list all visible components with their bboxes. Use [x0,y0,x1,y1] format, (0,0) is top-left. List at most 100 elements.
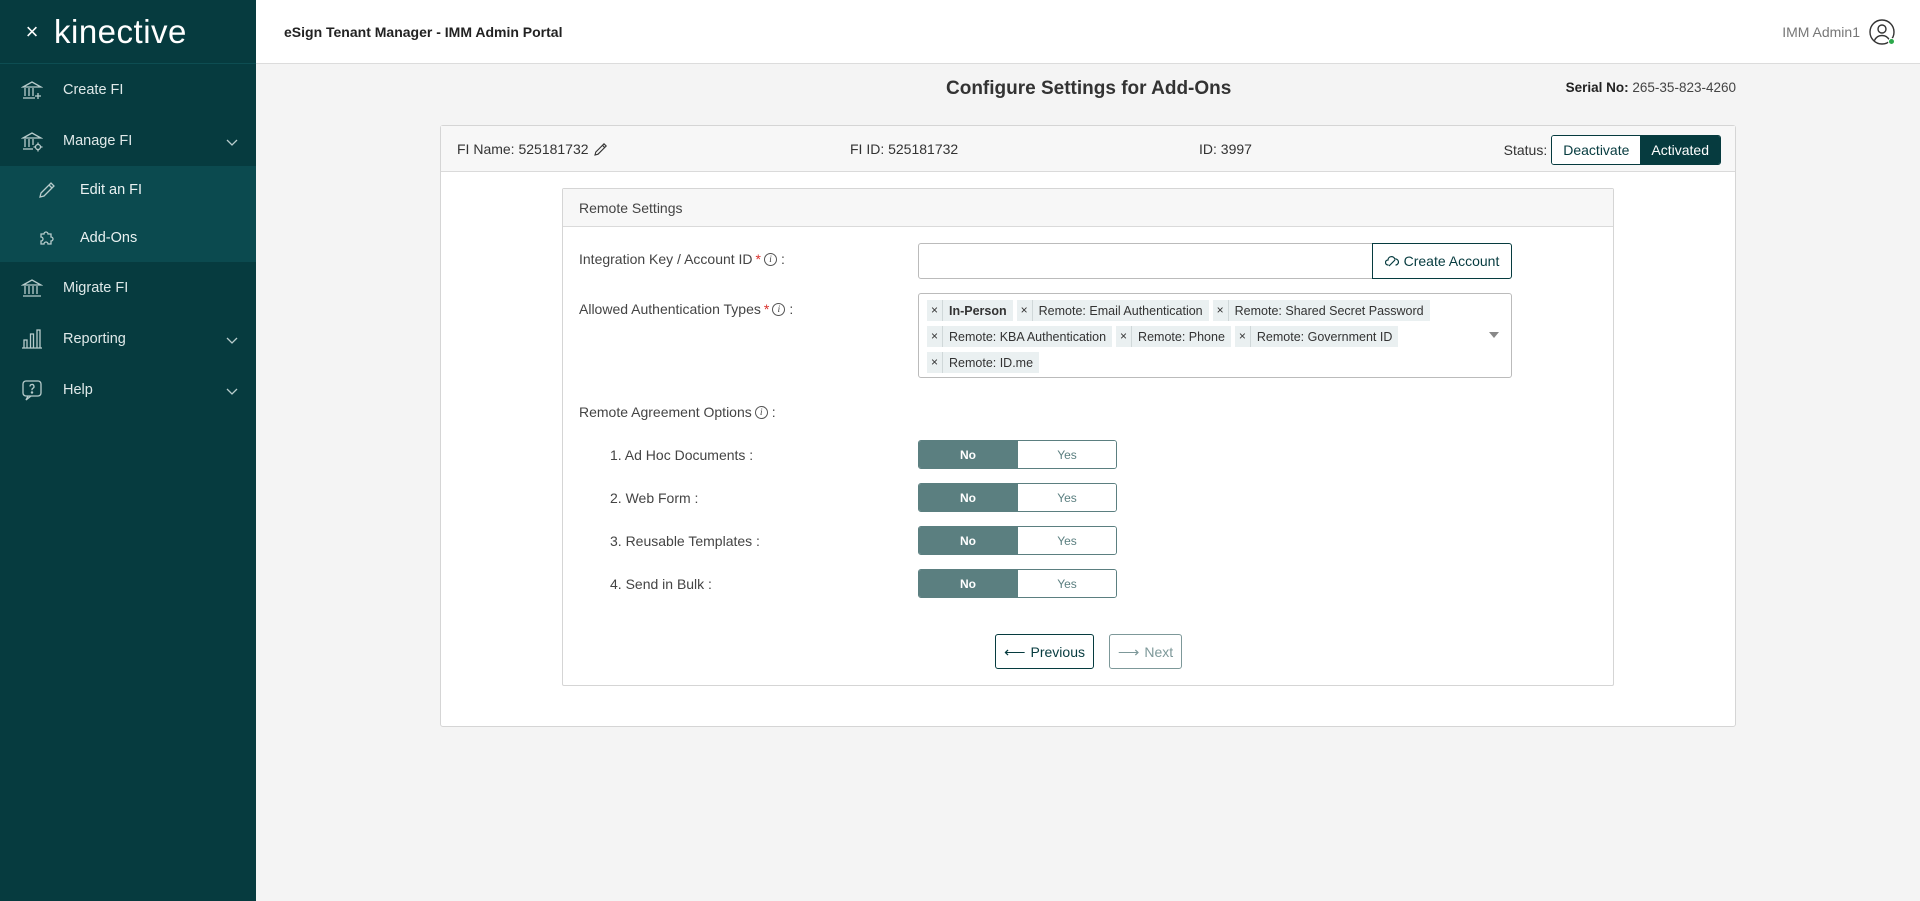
record-id: ID: 3997 [1199,141,1252,157]
sidebar-header: × kinective [0,0,256,64]
activated-button[interactable]: Activated [1640,136,1720,164]
sidebar-item-label: Create FI [63,81,124,98]
integration-key-input[interactable] [918,243,1373,279]
bank-plus-icon [20,78,44,102]
serial-number: Serial No: 265-35-823-4260 [1566,80,1736,95]
brand-logo: kinective [54,12,187,50]
remove-chip-icon[interactable]: × [927,326,943,347]
required-marker: * [755,251,761,267]
web-form-toggle: No Yes [918,483,1117,512]
info-icon[interactable]: i [764,252,777,266]
auth-type-chips: × In-Person × Remote: Email Authentication… [927,298,1471,376]
auth-chip: × Remote: Government ID [1234,326,1399,347]
chip-label: Remote: Email Authentication [1038,303,1203,318]
chip-label: Remote: ID.me [949,355,1034,370]
bank-gear-icon [20,129,44,153]
remove-chip-icon[interactable]: × [1116,326,1133,347]
agreement-options-label-text: Remote Agreement Options [579,404,752,420]
remove-chip-icon[interactable]: × [1213,300,1229,321]
user-avatar-icon[interactable] [1868,18,1896,46]
deactivate-button[interactable]: Deactivate [1552,136,1641,164]
option-label: 2. Web Form : [610,490,699,506]
yes-option[interactable]: Yes [1017,484,1116,511]
integration-key-label-text: Integration Key / Account ID [579,251,753,267]
pencil-icon [36,179,58,201]
create-account-button[interactable]: Create Account [1372,243,1512,279]
close-icon[interactable]: × [20,19,44,45]
dropdown-arrow-icon[interactable] [1489,332,1499,338]
status-label: Status: [1503,142,1548,158]
yes-option[interactable]: Yes [1017,441,1116,468]
bar-chart-icon [20,327,44,351]
no-option[interactable]: No [919,441,1017,468]
chip-label: Remote: Phone [1138,329,1225,344]
info-icon[interactable]: i [754,405,768,419]
remove-chip-icon[interactable]: × [1017,300,1033,321]
sidebar-item-label: Help [63,381,93,398]
chip-label: In-Person [949,303,1007,318]
remove-chip-icon[interactable]: × [927,352,943,373]
no-option[interactable]: No [919,527,1017,554]
no-option[interactable]: No [919,570,1017,597]
sidebar: × kinective Create FI Manage FI Edit an … [0,0,256,901]
status-control: Status: Deactivate Activated [1504,135,1721,165]
help-bubble-icon [20,378,44,402]
auth-chip: × Remote: KBA Authentication [927,326,1113,347]
auth-chip: × Remote: Shared Secret Password [1212,300,1430,321]
sidebar-item-edit-fi[interactable]: Edit an FI [0,166,256,214]
yes-option[interactable]: Yes [1017,570,1116,597]
puzzle-icon [36,227,58,249]
sidebar-item-create-fi[interactable]: Create FI [0,64,256,115]
edit-pencil-icon[interactable] [593,142,608,157]
auth-types-label: Allowed Authentication Types * i : [579,301,793,317]
sidebar-item-label: Manage FI [63,132,133,149]
chevron-down-icon[interactable] [226,135,238,151]
arrow-left-icon: ⟵ [1004,643,1026,661]
fi-summary-bar: FI Name: 525181732 FI ID: 525181732 ID: … [441,126,1735,172]
chevron-down-icon[interactable] [226,384,238,400]
arrow-right-icon: ⟶ [1117,643,1140,661]
sidebar-item-help[interactable]: Help [0,364,256,415]
remove-chip-icon[interactable]: × [927,300,943,321]
bank-icon [20,276,44,300]
sidebar-item-label: Migrate FI [63,279,129,296]
next-button[interactable]: ⟶ Next [1109,634,1182,669]
app-title: eSign Tenant Manager - IMM Admin Portal [284,23,563,40]
cloud-upload-icon [1384,256,1399,267]
auth-chip: × Remote: Phone [1116,326,1231,347]
page-title: Configure Settings for Add-Ons [946,78,1232,99]
sidebar-item-add-ons[interactable]: Add-Ons [0,214,256,262]
option-label: 1. Ad Hoc Documents : [610,447,754,463]
auth-chip: × Remote: ID.me [927,352,1040,373]
fi-card: FI Name: 525181732 FI ID: 525181732 ID: … [440,125,1736,727]
option-label: 3. Reusable Templates : [610,533,760,549]
auth-chip: × In-Person [927,300,1013,321]
sidebar-item-label: Add-Ons [80,230,138,246]
chip-label: Remote: Shared Secret Password [1234,303,1424,318]
sidebar-item-manage-fi[interactable]: Manage FI [0,115,256,166]
previous-button[interactable]: ⟵ Previous [995,634,1094,669]
top-bar: eSign Tenant Manager - IMM Admin Portal … [256,0,1920,64]
auth-types-multiselect[interactable]: × In-Person × Remote: Email Authentication… [918,293,1512,378]
sidebar-item-reporting[interactable]: Reporting [0,313,256,364]
chevron-down-icon[interactable] [226,333,238,349]
auth-chip: × Remote: Email Authentication [1016,300,1209,321]
info-icon[interactable]: i [772,302,786,316]
status-toggle: Deactivate Activated [1551,135,1721,165]
required-marker: * [763,301,770,317]
yes-option[interactable]: Yes [1017,527,1116,554]
option-label: 4. Send in Bulk : [610,576,712,592]
reusable-templates-toggle: No Yes [918,526,1117,555]
user-menu[interactable]: IMM Admin1 [1782,18,1896,46]
sidebar-item-migrate-fi[interactable]: Migrate FI [0,262,256,313]
serial-label: Serial No: [1565,80,1629,95]
sidebar-submenu-manage-fi: Edit an FI Add-Ons [0,166,256,262]
label-colon: : [771,404,776,420]
no-option[interactable]: No [919,484,1017,511]
fi-name: FI Name: 525181732 [457,141,608,157]
online-status-dot [1888,37,1895,45]
label-colon: : [781,251,785,267]
fi-id: FI ID: 525181732 [850,141,959,157]
ad-hoc-documents-toggle: No Yes [918,440,1117,469]
remove-chip-icon[interactable]: × [1235,326,1251,347]
